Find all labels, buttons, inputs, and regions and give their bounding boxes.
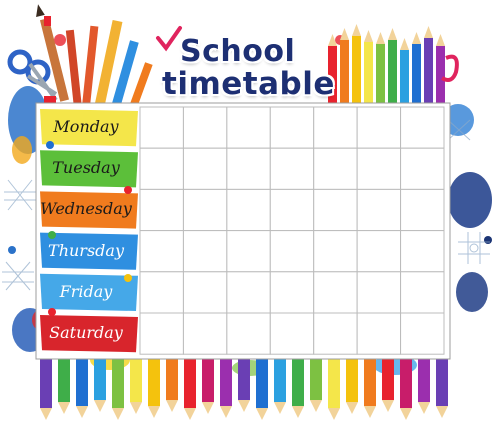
- timetable-cell[interactable]: [400, 230, 445, 273]
- timetable-cell[interactable]: [356, 230, 402, 273]
- timetable-cell[interactable]: [400, 271, 445, 314]
- timetable-cell[interactable]: [226, 230, 271, 273]
- timetable-cell[interactable]: [356, 147, 402, 190]
- timetable-cell[interactable]: [269, 188, 315, 232]
- timetable-cell[interactable]: [269, 230, 315, 273]
- timetable-grid: [139, 106, 445, 355]
- timetable-cell[interactable]: [139, 271, 184, 314]
- timetable-cell[interactable]: [269, 271, 315, 314]
- timetable-cell[interactable]: [139, 147, 184, 190]
- timetable-cell[interactable]: [182, 147, 228, 190]
- timetable-cell[interactable]: [269, 147, 315, 190]
- timetable-cell[interactable]: [269, 312, 315, 355]
- timetable-cell[interactable]: [400, 312, 445, 355]
- timetable-cell[interactable]: [313, 106, 358, 149]
- pencils-bottom: [40, 356, 448, 420]
- timetable-cell[interactable]: [313, 147, 358, 190]
- day-label-wednesday: Wednesday: [40, 199, 132, 219]
- timetable-cell[interactable]: [400, 106, 445, 149]
- timetable-cell[interactable]: [182, 106, 228, 149]
- timetable-cell[interactable]: [182, 230, 228, 273]
- timetable-cell[interactable]: [182, 271, 228, 314]
- timetable-cell[interactable]: [226, 147, 271, 190]
- timetable-cell[interactable]: [400, 147, 445, 190]
- checkmark-icon: [156, 26, 182, 52]
- timetable-cell[interactable]: [139, 106, 184, 149]
- day-label-friday: Friday: [59, 281, 113, 301]
- timetable-cell[interactable]: [313, 188, 358, 232]
- timetable-cell[interactable]: [356, 106, 402, 149]
- timetable-cell[interactable]: [139, 312, 184, 355]
- timetable-cell[interactable]: [139, 188, 184, 232]
- timetable-cell[interactable]: [182, 312, 228, 355]
- timetable-cell[interactable]: [139, 230, 184, 273]
- timetable-cell[interactable]: [313, 271, 358, 314]
- timetable-cell[interactable]: [226, 188, 271, 232]
- timetable-cell[interactable]: [400, 188, 445, 232]
- title-school: School: [180, 34, 296, 69]
- timetable-cell[interactable]: [226, 106, 271, 149]
- day-label-monday: Monday: [53, 117, 119, 136]
- timetable-cell[interactable]: [356, 188, 402, 232]
- pencils-top-right: [328, 24, 459, 106]
- timetable-cell[interactable]: [356, 312, 402, 355]
- day-label-tuesday: Tuesday: [52, 158, 120, 178]
- title-timetable: timetable: [162, 66, 335, 102]
- timetable-cell[interactable]: [226, 312, 271, 355]
- timetable-cell[interactable]: [356, 271, 402, 314]
- timetable-cell[interactable]: [269, 106, 315, 149]
- timetable-cell[interactable]: [182, 188, 228, 232]
- timetable-cell[interactable]: [226, 271, 271, 314]
- day-label-thursday: Thursday: [48, 240, 124, 260]
- timetable-cell[interactable]: [313, 230, 358, 273]
- day-label-saturday: Saturday: [49, 323, 123, 342]
- timetable-cell[interactable]: [313, 312, 358, 355]
